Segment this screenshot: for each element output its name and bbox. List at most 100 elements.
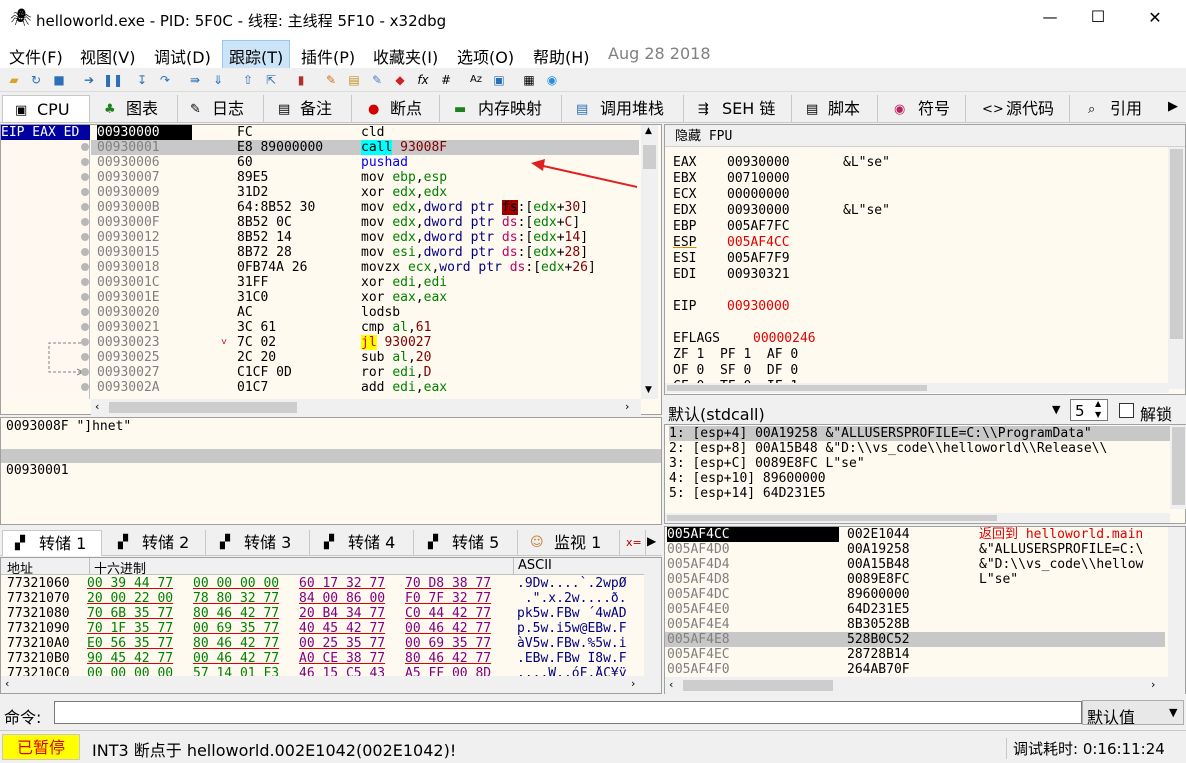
dump-row[interactable]: 773210B0 90 45 42 77 00 46 42 77 A0 CE 38 7…: [1, 651, 645, 666]
spin-up-icon[interactable]: ▲: [1095, 399, 1101, 408]
scroll-right-icon[interactable]: ›: [1151, 678, 1155, 691]
registers-vscroll[interactable]: [1168, 147, 1185, 389]
dump-hex-group[interactable]: 70 6B 35 77: [87, 606, 173, 621]
bookmark-icon[interactable]: ◆: [391, 71, 409, 89]
tab-dump-1[interactable]: ▞ 转储 1: [2, 530, 102, 556]
disasm-row[interactable]: 00930023 7C 02 jl 930027 ˅: [91, 335, 639, 350]
scroll-thumb[interactable]: [1172, 427, 1185, 505]
breakpoint-dot-icon[interactable]: [81, 173, 89, 181]
dump-hex-group[interactable]: 40 45 42 77: [299, 621, 385, 636]
tab-dump-4[interactable]: ▞ 转储 4: [310, 530, 414, 556]
stack-row[interactable]: 005AF4D8 0089E8FC L"se": [665, 572, 1165, 587]
comment-icon[interactable]: ▤: [345, 71, 363, 89]
stack-row[interactable]: 005AF4D4 00A15B48 &"D:\\vs_code\\hellow: [665, 557, 1165, 572]
disasm-row[interactable]: 00930027 C1CF 0D ror edi,D: [91, 365, 639, 380]
arg-count-spinner[interactable]: 5 ▲ ▼: [1070, 399, 1108, 421]
stack-row[interactable]: 005AF4DC 89600000: [665, 587, 1165, 602]
scroll-thumb[interactable]: [109, 402, 297, 413]
dump-row[interactable]: 773210A0 E0 56 35 77 80 46 42 77 00 25 35 7…: [1, 636, 645, 651]
tab-call-stack[interactable]: ▤ 调用堆栈: [562, 95, 684, 122]
disasm-vscroll[interactable]: ▲ ▼: [641, 125, 658, 399]
dump-hex-group[interactable]: 00 00 00 00: [193, 576, 279, 591]
breakpoint-dot-icon[interactable]: [81, 158, 89, 166]
tab-scroll-right-icon[interactable]: ▶: [647, 534, 656, 548]
arguments-vscroll[interactable]: [1170, 425, 1186, 509]
tab-dump-2[interactable]: ▞ 转储 2: [104, 530, 206, 556]
open-icon[interactable]: ▰: [5, 71, 23, 89]
breakpoint-dot-icon[interactable]: [81, 188, 89, 196]
stack-row[interactable]: 005AF4E4 8B30528B: [665, 617, 1165, 632]
command-mode-select[interactable]: 默认值 ▼: [1082, 700, 1184, 727]
scroll-thumb[interactable]: [667, 515, 997, 521]
tab-graph[interactable]: ♣ 图表: [92, 95, 178, 122]
register-value[interactable]: 00930000: [727, 155, 790, 170]
tab-breakpoints[interactable]: ● 断点: [352, 95, 440, 122]
scroll-up-icon[interactable]: ▲: [645, 126, 652, 136]
dump-hex-group[interactable]: F0 7F 32 77: [405, 591, 491, 606]
tab-memory-map[interactable]: ▬ 内存映射: [440, 95, 562, 122]
dump-hex-group[interactable]: 90 45 42 77: [87, 651, 173, 666]
menu-help[interactable]: 帮助(H): [533, 44, 590, 68]
menu-view[interactable]: 视图(V): [80, 44, 135, 68]
menu-file[interactable]: 文件(F): [9, 44, 63, 68]
breakpoint-dot-icon[interactable]: [81, 383, 89, 391]
dump-hex-group[interactable]: E0 56 35 77: [87, 636, 173, 651]
calculator-icon[interactable]: ▦: [520, 71, 538, 89]
dump-hex-group[interactable]: 00 46 42 77: [405, 621, 491, 636]
tab-notes[interactable]: ▤ 备注: [264, 95, 352, 122]
close-button[interactable]: ✕: [1140, 8, 1170, 27]
command-input[interactable]: [54, 701, 1082, 724]
breakpoint-dot-icon[interactable]: [81, 323, 89, 331]
register-value[interactable]: 00710000: [727, 171, 790, 186]
tab-seh-chain[interactable]: ⇶ SEH 链: [684, 95, 792, 122]
tab-dump-5[interactable]: ▞ 转储 5: [414, 530, 518, 556]
disasm-row[interactable]: 0093002A 01C7 add edi,eax: [91, 380, 639, 395]
scroll-right-icon[interactable]: ›: [625, 400, 629, 413]
disasm-row[interactable]: 00930025 2C 20 sub al,20: [91, 350, 639, 365]
dump-row[interactable]: 77321070 20 00 22 00 78 80 32 77 84 00 86 0…: [1, 591, 645, 606]
scylla-icon[interactable]: ▮: [292, 71, 310, 89]
breakpoint-dot-icon[interactable]: [81, 203, 89, 211]
scroll-thumb[interactable]: [1170, 149, 1183, 339]
stop-icon[interactable]: ■: [50, 71, 68, 89]
disasm-row[interactable]: 00930021 3C 61 cmp al,61: [91, 320, 639, 335]
dump-hscroll[interactable]: ‹ ›: [1, 676, 661, 693]
disasm-row[interactable]: 00930012 8B52 14 mov edx,dword ptr ds:[edx…: [91, 230, 639, 245]
dump-hex-group[interactable]: 20 B4 34 77: [299, 606, 385, 621]
breakpoint-dot-icon[interactable]: [81, 263, 89, 271]
trace-over-icon[interactable]: ⇓: [209, 71, 227, 89]
scroll-left-icon[interactable]: ‹: [5, 677, 9, 690]
strings-icon[interactable]: ▣: [490, 71, 508, 89]
disasm-row[interactable]: 0093000B 64:8B52 30 mov edx,dword ptr fs:[…: [91, 200, 639, 215]
stack-row[interactable]: 005AF4CC 002E1044 返回到 helloworld.main: [665, 527, 1165, 542]
dump-hex-group[interactable]: 80 46 42 77: [405, 651, 491, 666]
restart-icon[interactable]: ↻: [27, 71, 45, 89]
tab-dump-3[interactable]: ▞ 转储 3: [206, 530, 310, 556]
run-icon[interactable]: ➔: [80, 71, 98, 89]
disasm-row[interactable]: 0093001C 31FF xor edi,edi: [91, 275, 639, 290]
argument-row[interactable]: 2: [esp+8] 00A15B48 &"D:\\vs_code\\hello…: [669, 441, 1107, 456]
breakpoint-dot-icon[interactable]: [81, 338, 89, 346]
minimize-button[interactable]: —: [1035, 8, 1065, 26]
argument-row[interactable]: 4: [esp+10] 89600000: [669, 471, 826, 486]
scroll-down-icon[interactable]: ▼: [645, 385, 652, 395]
argument-row[interactable]: 1: [esp+4] 00A19258 &"ALLUSERSPROFILE=C:…: [669, 426, 1170, 441]
tab-script[interactable]: ▤ 脚本: [792, 95, 878, 122]
dump-hex-group[interactable]: 80 46 42 77: [193, 606, 279, 621]
patch-icon[interactable]: ✎: [322, 71, 340, 89]
dump-hex-group[interactable]: 00 39 44 77: [87, 576, 173, 591]
arguments-hscroll[interactable]: [665, 513, 1170, 523]
unlock-checkbox[interactable]: [1119, 403, 1134, 418]
function-icon[interactable]: fx: [414, 71, 432, 89]
register-value[interactable]: 00930321: [727, 267, 790, 282]
tab-log[interactable]: ✎ 日志: [178, 95, 264, 122]
dump-row[interactable]: 77321060 00 39 44 77 00 00 00 00 60 17 32 7…: [1, 576, 645, 591]
scroll-left-icon[interactable]: ‹: [669, 678, 673, 691]
dump-hex-group[interactable]: 00 69 35 77: [193, 621, 279, 636]
registers-hscroll[interactable]: [665, 383, 1169, 393]
dump-hex-group[interactable]: 57 14 01 F3: [193, 666, 279, 676]
dump-hex-group[interactable]: 00 46 42 77: [193, 651, 279, 666]
execute-till-return-icon[interactable]: ⇧: [239, 71, 257, 89]
register-value[interactable]: 00000000: [727, 187, 790, 202]
breakpoint-dot-icon[interactable]: [81, 293, 89, 301]
